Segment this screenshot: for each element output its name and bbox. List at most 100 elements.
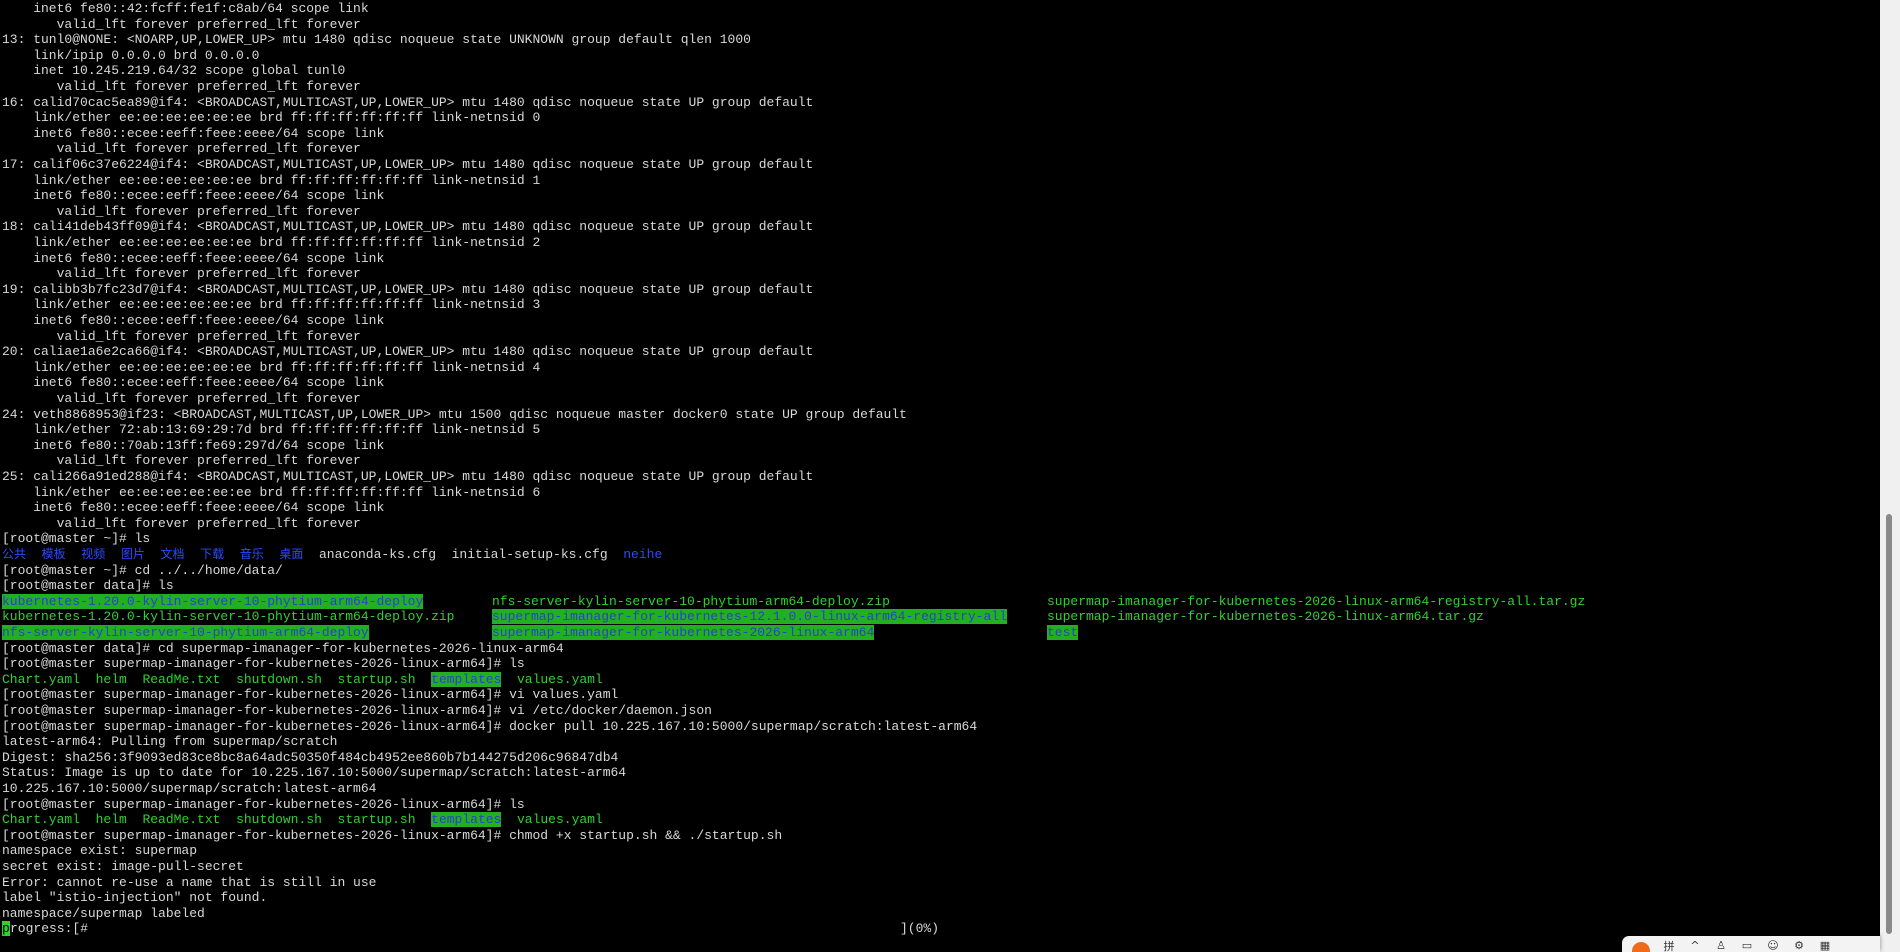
terminal-line: inet6 fe80::ecee:eeff:feee:eeee/64 scope… — [2, 375, 384, 390]
terminal-line: link/ether ee:ee:ee:ee:ee:ee brd ff:ff:f… — [2, 485, 540, 500]
settings-icon[interactable]: ⚙ — [1792, 939, 1806, 952]
caret-up-icon[interactable]: ^ — [1688, 939, 1702, 952]
terminal-line: 10.225.167.10:5000/supermap/scratch:late… — [2, 781, 376, 796]
terminal-scrollbar[interactable] — [1880, 0, 1900, 952]
terminal-line: [root@master data]# ls — [2, 578, 174, 593]
terminal-text: link/ether ee:ee:ee:ee:ee:ee brd ff:ff:f… — [2, 297, 541, 313]
terminal-text: link/ether ee:ee:ee:ee:ee:ee brd ff:ff:f… — [2, 484, 541, 500]
terminal-line: valid_lft forever preferred_lft forever — [2, 204, 361, 219]
scrollbar-thumb[interactable] — [1886, 514, 1892, 934]
terminal-text: valid_lft forever preferred_lft forever — [2, 16, 361, 32]
terminal-text: inet6 fe80::ecee:eeff:feee:eeee/64 scope… — [2, 125, 385, 141]
terminal-text: link/ether ee:ee:ee:ee:ee:ee brd ff:ff:f… — [2, 110, 541, 126]
file-name: shutdown.sh — [236, 671, 322, 687]
terminal-text: namespace/supermap labeled — [2, 905, 205, 921]
terminal-text: [root@master supermap-imanager-for-kuber… — [2, 687, 619, 703]
file-name: shutdown.sh — [236, 812, 322, 828]
terminal-line: link/ether ee:ee:ee:ee:ee:ee brd ff:ff:f… — [2, 360, 540, 375]
terminal-text: valid_lft forever preferred_lft forever — [2, 453, 361, 469]
terminal-line: inet6 fe80::42:fcff:fe1f:c8ab/64 scope l… — [2, 1, 369, 16]
terminal-line: [root@master data]# cd supermap-imanager… — [2, 641, 564, 656]
file-name: supermap-imanager-for-kubernetes-2026-li… — [1047, 593, 1586, 609]
terminal-text: inet6 fe80::42:fcff:fe1f:c8ab/64 scope l… — [2, 1, 369, 16]
app-icon[interactable] — [1632, 942, 1650, 952]
terminal-line: [root@master supermap-imanager-for-kuber… — [2, 797, 525, 812]
terminal-cursor: p — [2, 921, 10, 937]
file-name: Chart.yaml — [2, 671, 81, 687]
terminal-text: [root@master supermap-imanager-for-kuber… — [2, 703, 712, 718]
terminal-line: inet 10.245.219.64/32 scope global tunl0 — [2, 63, 345, 78]
terminal-text: [root@master data]# cd supermap-imanager… — [2, 640, 564, 656]
terminal-text: link/ether ee:ee:ee:ee:ee:ee brd ff:ff:f… — [2, 172, 541, 188]
terminal-screen[interactable]: inet6 fe80::42:fcff:fe1f:c8ab/64 scope l… — [0, 0, 1880, 952]
directory-name: 桌面 — [279, 547, 304, 561]
terminal-text: [root@master data]# ls — [2, 578, 174, 594]
keyboard-layout-icon[interactable]: 拼 — [1662, 939, 1676, 952]
terminal-text: valid_lft forever preferred_lft forever — [2, 391, 361, 406]
terminal-line: link/ether 72:ab:13:69:29:7d brd ff:ff:f… — [2, 422, 540, 437]
terminal-line: Status: Image is up to date for 10.225.1… — [2, 765, 626, 780]
terminal-line: 25: cali266a91ed288@if4: <BROADCAST,MULT… — [2, 469, 813, 484]
terminal-line: valid_lft forever preferred_lft forever — [2, 17, 361, 32]
terminal-text: [root@master ~]# cd ../../home/data/ — [2, 562, 283, 578]
terminal-text: 16: calid70cac5ea89@if4: <BROADCAST,MULT… — [2, 94, 814, 110]
terminal-text: [root@master supermap-imanager-for-kuber… — [2, 827, 783, 843]
terminal-text: valid_lft forever preferred_lft forever — [2, 515, 361, 531]
terminal-text: inet6 fe80::ecee:eeff:feee:eeee/64 scope… — [2, 375, 385, 391]
terminal-line: [root@master supermap-imanager-for-kuber… — [2, 687, 618, 702]
terminal-line: 公共 模板 视频 图片 文档 下载 音乐 桌面 anaconda-ks.cfg … — [2, 547, 662, 562]
highlighted-directory: supermap-imanager-for-kubernetes-2026-li… — [492, 625, 875, 640]
terminal-line: link/ipip 0.0.0.0 brd 0.0.0.0 — [2, 48, 259, 63]
file-name: kubernetes-1.20.0-kylin-server-10-phytiu… — [2, 609, 455, 625]
terminal-text: rogress:[# — [10, 921, 89, 937]
terminal-line: Error: cannot re-use a name that is stil… — [2, 875, 376, 890]
terminal-text: valid_lft forever preferred_lft forever — [2, 203, 361, 219]
highlighted-directory: test — [1047, 625, 1079, 640]
terminal-text: inet 10.245.219.64/32 scope global tunl0 — [2, 63, 346, 79]
grid-icon[interactable]: ▦ — [1818, 939, 1832, 952]
terminal-line: [root@master supermap-imanager-for-kuber… — [2, 656, 525, 671]
terminal-text: inet6 fe80::ecee:eeff:feee:eeee/64 scope… — [2, 500, 385, 516]
terminal-line: link/ether ee:ee:ee:ee:ee:ee brd ff:ff:f… — [2, 235, 540, 250]
terminal-text: anaconda-ks.cfg initial-setup-ks.cfg — [303, 547, 624, 562]
directory-name: 图片 — [120, 547, 145, 561]
terminal-text: 25: cali266a91ed288@if4: <BROADCAST,MULT… — [2, 469, 814, 484]
terminal-text: 24: veth8868953@if23: <BROADCAST,MULTICA… — [2, 406, 907, 422]
terminal-text: [root@master supermap-imanager-for-kuber… — [2, 718, 978, 734]
terminal-line: valid_lft forever preferred_lft forever — [2, 141, 361, 156]
terminal-line: inet6 fe80::ecee:eeff:feee:eeee/64 scope… — [2, 188, 384, 203]
terminal-line: [root@master supermap-imanager-for-kuber… — [2, 719, 977, 734]
terminal-text: ](0%) — [900, 921, 940, 937]
terminal-line: Chart.yaml helm ReadMe.txt shutdown.sh s… — [2, 671, 603, 687]
highlighted-directory: supermap-imanager-for-kubernetes-12.1.0.… — [492, 609, 1007, 625]
file-name: supermap-imanager-for-kubernetes-2026-li… — [1047, 609, 1484, 625]
file-name: helm — [95, 671, 127, 687]
terminal-text: [root@master ~]# ls — [2, 531, 151, 547]
file-name: startup.sh — [337, 671, 416, 687]
window-icon[interactable]: ▭ — [1740, 939, 1754, 952]
terminal-line: inet6 fe80::ecee:eeff:feee:eeee/64 scope… — [2, 500, 384, 515]
file-name: nfs-server-kylin-server-10-phytium-arm64… — [492, 593, 890, 609]
terminal-line: inet6 fe80::70ab:13ff:fe69:297d/64 scope… — [2, 438, 384, 453]
terminal-text: inet6 fe80::ecee:eeff:feee:eeee/64 scope… — [2, 250, 385, 266]
emoji-icon[interactable]: ☺ — [1766, 939, 1780, 952]
terminal-text: valid_lft forever preferred_lft forever — [2, 79, 361, 94]
terminal-text: valid_lft forever preferred_lft forever — [2, 266, 361, 282]
terminal-text: link/ether ee:ee:ee:ee:ee:ee brd ff:ff:f… — [2, 235, 541, 250]
terminal-line: namespace exist: supermap — [2, 843, 197, 858]
user-icon[interactable]: ♙ — [1714, 939, 1728, 952]
terminal-line: Chart.yaml helm ReadMe.txt shutdown.sh s… — [2, 812, 603, 828]
taskbar-tray: 拼 ^ ♙ ▭ ☺ ⚙ ▦ — [1622, 936, 1880, 952]
terminal-text: latest-arm64: Pulling from supermap/scra… — [2, 734, 338, 750]
terminal-text: 20: caliae1a6e2ca66@if4: <BROADCAST,MULT… — [2, 344, 814, 360]
